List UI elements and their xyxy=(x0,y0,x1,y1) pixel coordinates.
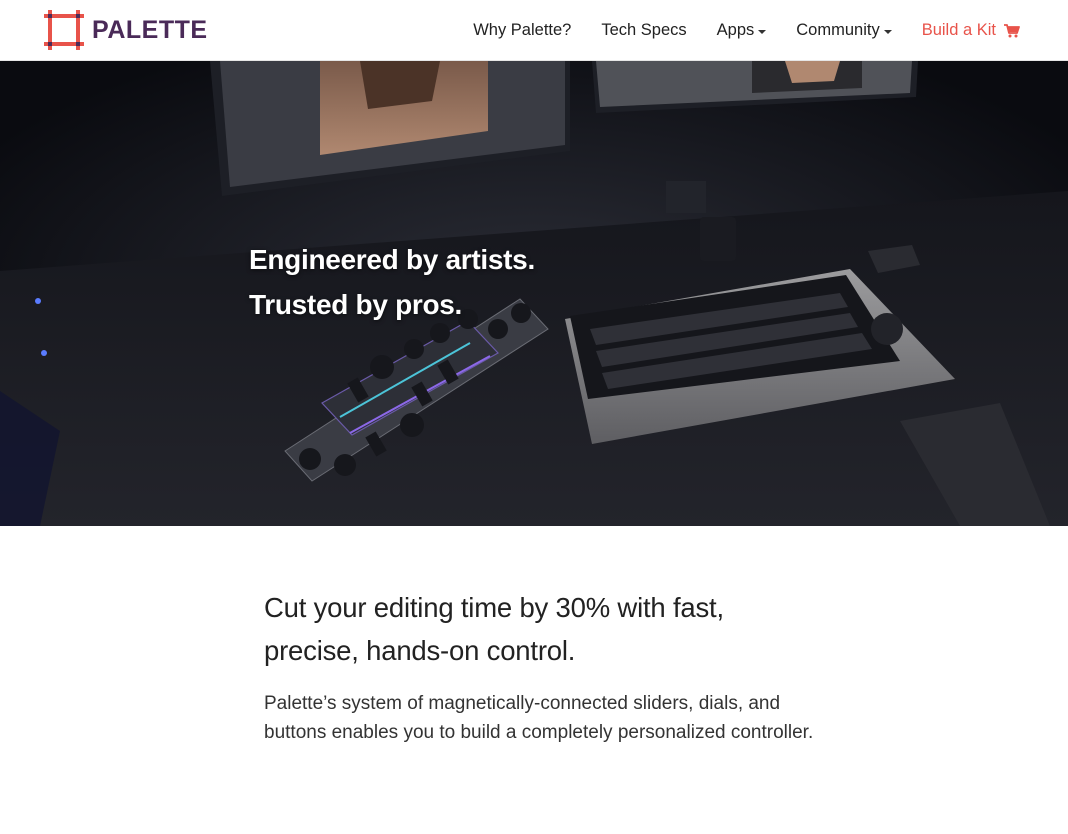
nav-community-label: Community xyxy=(796,21,880,39)
nav-community-dropdown[interactable]: Community xyxy=(796,21,892,40)
build-a-kit-link[interactable]: Build a Kit xyxy=(922,21,1020,40)
nav-why-palette-label: Why Palette? xyxy=(473,21,572,39)
nav-tech-specs[interactable]: Tech Specs xyxy=(601,21,686,40)
brand-name: PALETTE xyxy=(92,15,208,44)
hero-tagline-line1: Engineered by artists. xyxy=(249,244,535,275)
shopping-cart-icon xyxy=(1004,23,1020,38)
brand-home-link[interactable]: PALETTE xyxy=(44,10,208,50)
main-nav: Why Palette? Tech Specs Apps Community B… xyxy=(473,0,1020,61)
nav-apps-label: Apps xyxy=(716,21,755,39)
caret-down-icon xyxy=(883,29,892,34)
intro-body: Palette’s system of magnetically-connect… xyxy=(264,693,814,743)
intro-headline: Cut your editing time by 30% with fast, … xyxy=(264,592,724,666)
hero-tagline: Engineered by artists. Trusted by pros. xyxy=(249,237,535,327)
hero-banner: Engineered by artists. Trusted by pros. xyxy=(0,61,1068,526)
intro-section: Cut your editing time by 30% with fast, … xyxy=(264,586,824,747)
build-a-kit-label: Build a Kit xyxy=(921,21,996,39)
hero-tagline-line2: Trusted by pros. xyxy=(249,289,463,320)
nav-tech-specs-label: Tech Specs xyxy=(601,21,687,39)
nav-why-palette[interactable]: Why Palette? xyxy=(473,21,571,40)
nav-apps-dropdown[interactable]: Apps xyxy=(717,21,767,40)
square-frame-icon xyxy=(44,10,84,50)
caret-down-icon xyxy=(758,29,767,34)
top-navbar: PALETTE Why Palette? Tech Specs Apps Com… xyxy=(0,0,1068,61)
